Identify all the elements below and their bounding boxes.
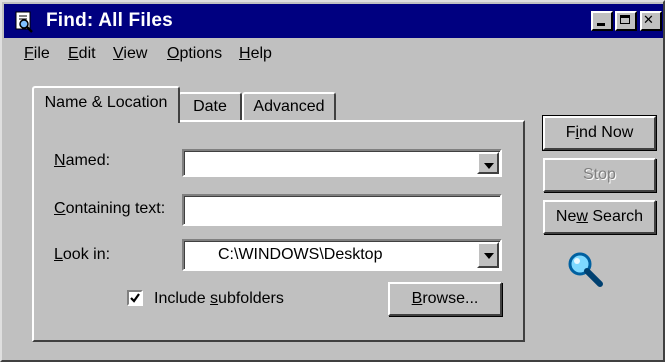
named-label: Named: bbox=[54, 152, 111, 169]
stop-label: Stop bbox=[583, 166, 616, 183]
tab-advanced-label: Advanced bbox=[253, 98, 325, 115]
find-now-button[interactable]: Find Now bbox=[542, 115, 657, 151]
named-dropdown-button[interactable] bbox=[477, 152, 499, 174]
new-search-button[interactable]: New Search bbox=[543, 200, 656, 234]
tab-name-location-label: Name & Location bbox=[44, 94, 168, 111]
containing-text-field[interactable] bbox=[182, 194, 502, 226]
minimize-icon bbox=[597, 23, 605, 26]
stop-button[interactable]: Stop bbox=[543, 158, 656, 192]
tab-name-location[interactable]: Name & Location bbox=[32, 86, 180, 123]
menu-help[interactable]: Help bbox=[239, 45, 272, 63]
checkmark-icon bbox=[130, 293, 140, 303]
menu-edit[interactable]: Edit bbox=[68, 45, 96, 63]
look-in-combo[interactable]: C:\WINDOWS\Desktop bbox=[182, 239, 502, 271]
menu-options[interactable]: Options bbox=[167, 45, 222, 63]
menu-view[interactable]: View bbox=[113, 45, 147, 63]
containing-text-label: Containing text: bbox=[54, 200, 166, 217]
tab-date[interactable]: Date bbox=[178, 92, 242, 122]
close-button[interactable]: ✕ bbox=[640, 11, 662, 31]
window-title: Find: All Files bbox=[46, 10, 173, 31]
magnifying-glass-icon bbox=[565, 250, 607, 290]
browse-button[interactable]: Browse... bbox=[388, 282, 502, 316]
include-subfolders-checkbox[interactable] bbox=[127, 290, 143, 306]
minimize-button[interactable] bbox=[591, 11, 613, 31]
tab-date-label: Date bbox=[193, 98, 227, 115]
include-subfolders-label[interactable]: Include subfolders bbox=[154, 290, 284, 308]
look-in-value: C:\WINDOWS\Desktop bbox=[218, 246, 383, 263]
find-files-icon bbox=[12, 9, 36, 33]
look-in-dropdown-button[interactable] bbox=[477, 242, 499, 268]
tab-advanced[interactable]: Advanced bbox=[242, 92, 336, 122]
menu-file[interactable]: File bbox=[24, 45, 50, 63]
named-combo[interactable] bbox=[182, 149, 502, 177]
maximize-icon bbox=[620, 15, 630, 24]
maximize-button[interactable] bbox=[615, 11, 637, 31]
find-window: Find: All Files ✕ File Edit View Options… bbox=[0, 0, 665, 362]
look-in-label: Look in: bbox=[54, 246, 111, 263]
title-bar[interactable]: Find: All Files ✕ bbox=[4, 4, 663, 38]
menu-bar: File Edit View Options Help bbox=[6, 40, 646, 68]
close-icon: ✕ bbox=[643, 13, 654, 28]
